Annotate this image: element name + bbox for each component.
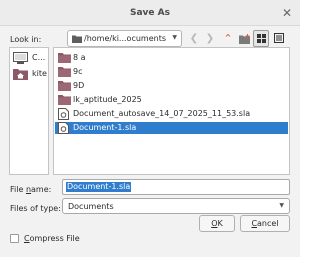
- places-sidebar: C... kite: [9, 47, 49, 175]
- list-item-label: 9D: [73, 81, 85, 90]
- mnemonic-char: O: [211, 219, 218, 228]
- list-item[interactable]: lk_aptitude_2025: [55, 94, 288, 106]
- ok-button[interactable]: OK: [199, 215, 235, 232]
- look-in-path: /home/ki...ocuments: [84, 34, 167, 43]
- file-name-input[interactable]: Document-1.sla: [62, 179, 290, 195]
- chevron-down-icon: ▼: [172, 34, 177, 41]
- list-item-label: 8 a: [73, 53, 86, 62]
- forward-arrow-icon: ❯: [205, 33, 215, 44]
- list-item[interactable]: Document_autosave_14_07_2025_11_53.sla: [55, 108, 288, 120]
- sidebar-item-label: C...: [32, 53, 46, 62]
- file-name-value: Document-1.sla: [66, 182, 132, 192]
- save-dialog: Look in: /home/ki...ocuments ▼ ❮ ❯ ⌃ C..…: [0, 26, 300, 257]
- sidebar-item-kite[interactable]: kite: [13, 68, 47, 80]
- compress-checkbox[interactable]: [10, 234, 19, 243]
- parent-folder-button[interactable]: ⌃: [220, 30, 236, 47]
- folder-icon: [72, 35, 82, 43]
- list-item-label: lk_aptitude_2025: [73, 95, 142, 104]
- folder-icon: [58, 95, 71, 105]
- file-list: 8 a 9c 9D lk_aptitude_2025 Document_auto…: [53, 47, 290, 175]
- detail-view-button[interactable]: [271, 30, 287, 47]
- list-view-icon: [256, 34, 266, 43]
- list-item-label: Document_autosave_14_07_2025_11_53.sla: [73, 109, 251, 118]
- computer-icon: [13, 52, 28, 64]
- back-button[interactable]: ❮: [186, 30, 202, 47]
- look-in-label: Look in:: [10, 35, 42, 44]
- close-icon: ✕: [281, 6, 293, 20]
- window-title: Save As: [130, 8, 170, 18]
- sla-file-icon: [58, 122, 69, 134]
- sla-file-icon: [58, 108, 69, 120]
- list-item-label: Document-1.sla: [73, 123, 137, 132]
- close-button[interactable]: ✕: [279, 5, 295, 21]
- detail-view-icon: [274, 33, 284, 43]
- new-folder-icon: [238, 34, 250, 44]
- list-item[interactable]: 9c: [55, 66, 288, 78]
- look-in-combobox[interactable]: /home/ki...ocuments ▼: [67, 30, 182, 47]
- sidebar-item-computer[interactable]: C...: [13, 52, 45, 64]
- forward-button[interactable]: ❯: [202, 30, 218, 47]
- parent-folder-icon: ⌃: [223, 32, 233, 45]
- folder-icon: [58, 81, 71, 91]
- list-item[interactable]: 9D: [55, 80, 288, 92]
- mnemonic-char: C: [24, 234, 30, 243]
- mnemonic-char: C: [251, 219, 258, 228]
- folder-icon: [58, 53, 71, 63]
- folder-icon: [58, 67, 71, 77]
- list-item[interactable]: 8 a: [55, 52, 288, 64]
- compress-label: Compress File: [24, 234, 80, 243]
- new-folder-button[interactable]: [236, 30, 252, 47]
- back-arrow-icon: ❮: [189, 33, 199, 44]
- chevron-down-icon: ▼: [279, 202, 284, 209]
- file-type-select[interactable]: Documents ▼: [62, 198, 290, 214]
- file-type-label: Files of type:: [10, 204, 61, 213]
- home-folder-icon: [13, 69, 28, 80]
- file-name-label: File name:: [10, 185, 52, 194]
- list-item-label: 9c: [73, 67, 83, 76]
- title-bar: Save As ✕: [0, 0, 300, 26]
- list-item[interactable]: Document-1.sla: [55, 122, 288, 134]
- mnemonic-char: n: [25, 185, 32, 194]
- list-view-button[interactable]: [253, 30, 269, 47]
- sidebar-item-label: kite: [32, 69, 47, 78]
- cancel-button[interactable]: Cancel: [240, 215, 290, 232]
- file-type-value: Documents: [68, 202, 114, 211]
